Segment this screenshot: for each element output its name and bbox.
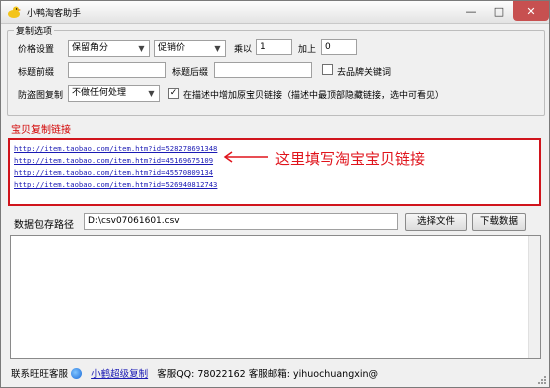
- resize-grip-icon[interactable]: [537, 375, 547, 385]
- download-data-button[interactable]: 下载数据: [472, 213, 526, 231]
- price-mode-select[interactable]: 保留角分 ▼: [68, 40, 150, 57]
- links-section-label: 宝贝复制链接: [11, 125, 71, 136]
- chevron-down-icon: ▼: [148, 89, 155, 98]
- remove-brand-checkbox[interactable]: [322, 64, 333, 75]
- links-annotation: 这里填写淘宝宝贝链接: [275, 150, 426, 168]
- title-prefix-input[interactable]: [68, 62, 166, 78]
- title-bar[interactable]: 小鸭淘客助手 — □ ✕: [1, 1, 549, 24]
- multiply-label: 乘以: [234, 45, 253, 55]
- price-type-value: 促销价: [158, 43, 186, 53]
- choose-file-button[interactable]: 选择文件: [405, 213, 467, 231]
- window-title: 小鸭淘客助手: [27, 9, 82, 19]
- link-line[interactable]: http://item.taobao.com/item.htm?id=52827…: [14, 144, 217, 153]
- vertical-scrollbar[interactable]: [528, 236, 540, 358]
- add-original-link-label: 在描述中增加原宝贝链接（描述中最顶部隐藏链接，选中可看见）: [183, 91, 445, 101]
- close-button[interactable]: ✕: [513, 1, 549, 21]
- red-arrow-icon: [223, 151, 268, 163]
- anti-theft-select[interactable]: 不做任何处理 ▼: [68, 85, 160, 102]
- app-window: 小鸭淘客助手 — □ ✕ 复制选项 价格设置 保留角分 ▼ 促销价 ▼ 乘以 1…: [0, 0, 550, 388]
- log-output-area[interactable]: [10, 235, 541, 359]
- title-suffix-input[interactable]: [214, 62, 312, 78]
- copy-options-group: 复制选项 价格设置 保留角分 ▼ 促销价 ▼ 乘以 1 加上 0 标题前缀 标题…: [7, 24, 545, 116]
- chevron-down-icon: ▼: [138, 44, 145, 53]
- save-path-input[interactable]: D:\csv07061601.csv: [84, 213, 398, 230]
- email-text: 客服邮箱: yihuochuangxin@: [248, 369, 379, 380]
- contact-label: 联系旺旺客服: [11, 369, 69, 380]
- anti-theft-label: 防盗图复制: [18, 91, 64, 101]
- super-copy-link[interactable]: 小鹤超级复制: [91, 369, 148, 380]
- price-mode-value: 保留角分: [72, 43, 109, 53]
- add-input[interactable]: 0: [321, 39, 357, 55]
- title-prefix-label: 标题前缀: [18, 68, 55, 78]
- footer-bar: 联系旺旺客服 小鹤超级复制 客服QQ: 78022162 客服邮箱: yihuo…: [11, 366, 378, 380]
- price-type-select[interactable]: 促销价 ▼: [154, 40, 226, 57]
- price-setting-label: 价格设置: [18, 45, 55, 55]
- link-line[interactable]: http://item.taobao.com/item.htm?id=52694…: [14, 180, 217, 189]
- multiply-input[interactable]: 1: [256, 39, 292, 55]
- qq-text: 客服QQ: 78022162: [157, 369, 246, 380]
- add-original-link-checkbox[interactable]: ✓: [168, 88, 179, 99]
- title-suffix-label: 标题后缀: [172, 68, 209, 78]
- link-line[interactable]: http://item.taobao.com/item.htm?id=45570…: [14, 168, 213, 177]
- add-label: 加上: [298, 45, 317, 55]
- chevron-down-icon: ▼: [214, 44, 221, 53]
- remove-brand-label: 去品牌关键词: [337, 68, 392, 78]
- save-path-label: 数据包存路径: [14, 220, 74, 231]
- anti-theft-value: 不做任何处理: [72, 88, 127, 98]
- duck-app-icon: [8, 6, 21, 18]
- wangwang-icon[interactable]: [71, 367, 83, 379]
- minimize-button[interactable]: —: [457, 1, 485, 21]
- maximize-button[interactable]: □: [485, 1, 513, 21]
- link-line[interactable]: http://item.taobao.com/item.htm?id=45169…: [14, 156, 213, 165]
- copy-options-title: 复制选项: [14, 24, 55, 37]
